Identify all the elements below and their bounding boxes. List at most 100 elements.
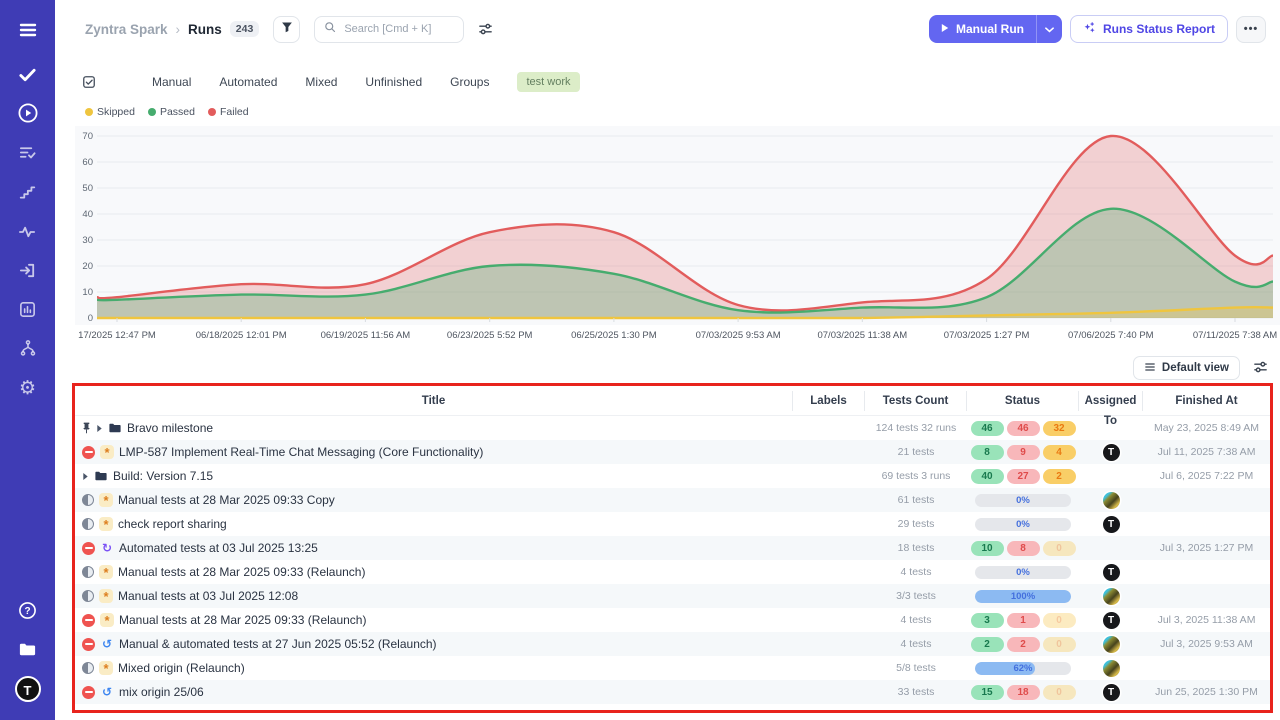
legend-passed[interactable]: Passed (148, 106, 195, 118)
expander-icon[interactable] (82, 472, 89, 481)
column-header-finished-at[interactable]: Finished At (1143, 391, 1270, 411)
table-row[interactable]: *LMP-587 Implement Real-Time Chat Messag… (75, 440, 1270, 464)
assignee-avatar[interactable] (1103, 588, 1120, 605)
adjustments-icon[interactable] (478, 22, 493, 37)
sidebar-item-sign-in[interactable] (0, 258, 55, 282)
manual-run-dropdown[interactable] (1036, 15, 1062, 43)
table-row[interactable]: ↺mix origin 25/0633 tests15180TJun 25, 2… (75, 680, 1270, 704)
column-header-tests-count[interactable]: Tests Count (865, 391, 967, 411)
page-title: Runs (188, 22, 222, 37)
sidebar-item-pulse[interactable] (0, 219, 55, 243)
table-row[interactable]: ↻Automated tests at 03 Jul 2025 13:2518 … (75, 536, 1270, 560)
sidebar-item-branch[interactable] (0, 336, 55, 360)
runs-count-badge: 243 (230, 21, 260, 37)
tab-automated[interactable]: Automated (219, 75, 277, 89)
table-body: Bravo milestone124 tests 32 runs464632Ma… (75, 416, 1270, 704)
runs-table: TitleLabelsTests CountStatusAssigned ToF… (72, 383, 1273, 713)
tests-count: 29 tests (865, 512, 967, 536)
pin-icon[interactable] (82, 422, 91, 434)
legend-failed[interactable]: Failed (208, 106, 249, 118)
assignee-cell (1079, 464, 1143, 488)
sidebar-item-steps[interactable] (0, 180, 55, 204)
check-icon (18, 65, 37, 84)
tests-count: 61 tests (865, 488, 967, 512)
runs-status-report-button[interactable]: Runs Status Report (1070, 15, 1228, 43)
table-row[interactable]: *Manual tests at 28 Mar 2025 09:33 (Rela… (75, 560, 1270, 584)
select-check-icon[interactable] (82, 75, 96, 89)
report-label: Runs Status Report (1103, 22, 1215, 36)
sidebar-item-help[interactable]: ? (0, 598, 55, 622)
status-cell: 310 (967, 608, 1079, 632)
run-title[interactable]: Manual & automated tests at 27 Jun 2025 … (119, 637, 437, 651)
search-input[interactable] (342, 22, 452, 36)
assignee-avatar[interactable]: T (1103, 684, 1120, 701)
run-title[interactable]: Automated tests at 03 Jul 2025 13:25 (119, 541, 318, 555)
breadcrumb-project[interactable]: Zyntra Spark (85, 22, 168, 37)
tab-unfinished[interactable]: Unfinished (365, 75, 422, 89)
table-settings-icon[interactable] (1253, 360, 1268, 380)
sidebar-item-analytics[interactable] (0, 297, 55, 321)
sidebar-item-menu[interactable] (0, 18, 55, 42)
run-title[interactable]: mix origin 25/06 (119, 685, 204, 699)
search-box[interactable] (314, 16, 464, 43)
table-row[interactable]: *Manual tests at 03 Jul 2025 12:083/3 te… (75, 584, 1270, 608)
y-tick-label: 30 (82, 235, 93, 246)
assignee-avatar[interactable]: T (1103, 564, 1120, 581)
table-row[interactable]: Build: Version 7.1569 tests 3 runs40272J… (75, 464, 1270, 488)
status-in-progress-icon (82, 566, 94, 578)
table-row[interactable]: *check report sharing29 tests0%T (75, 512, 1270, 536)
tab-mixed[interactable]: Mixed (305, 75, 337, 89)
labels-cell (793, 584, 865, 608)
more-actions-button[interactable]: ••• (1236, 16, 1266, 43)
finished-at (1143, 584, 1270, 608)
tag-test-work[interactable]: test work (517, 72, 579, 92)
run-title[interactable]: Build: Version 7.15 (113, 469, 213, 483)
breadcrumb-separator: › (176, 22, 181, 37)
column-header-status[interactable]: Status (967, 391, 1079, 411)
run-title[interactable]: check report sharing (118, 517, 227, 531)
table-row[interactable]: Bravo milestone124 tests 32 runs464632Ma… (75, 416, 1270, 440)
run-title[interactable]: Bravo milestone (127, 421, 213, 435)
table-row[interactable]: *Manual tests at 28 Mar 2025 09:33 Copy6… (75, 488, 1270, 512)
run-title[interactable]: Manual tests at 28 Mar 2025 09:33 Copy (118, 493, 335, 507)
table-row[interactable]: ↺Manual & automated tests at 27 Jun 2025… (75, 632, 1270, 656)
assignee-avatar[interactable] (1103, 660, 1120, 677)
table-row[interactable]: *Manual tests at 28 Mar 2025 09:33 (Rela… (75, 608, 1270, 632)
tab-manual[interactable]: Manual (152, 75, 191, 89)
default-view-button[interactable]: Default view (1133, 356, 1240, 380)
manual-run-button[interactable]: Manual Run (929, 15, 1062, 43)
gear-icon: ⚙ (19, 379, 36, 398)
column-header-title[interactable]: Title (75, 391, 793, 411)
assignee-avatar[interactable]: T (1103, 444, 1120, 461)
filter-button[interactable] (273, 16, 300, 43)
table-row[interactable]: *Mixed origin (Relaunch)5/8 tests62% (75, 656, 1270, 680)
sidebar-item-folder[interactable] (0, 637, 55, 661)
run-title[interactable]: Manual tests at 03 Jul 2025 12:08 (118, 589, 298, 603)
column-header-labels[interactable]: Labels (793, 391, 865, 411)
sidebar-item-play-circle[interactable] (0, 101, 55, 125)
progress-bar: 100% (975, 590, 1071, 603)
run-title-cell: *Manual tests at 03 Jul 2025 12:08 (75, 584, 793, 608)
sidebar-item-list-check[interactable] (0, 140, 55, 164)
run-title[interactable]: Manual tests at 28 Mar 2025 09:33 (Relau… (119, 613, 366, 627)
column-header-assigned-to[interactable]: Assigned To (1079, 391, 1143, 411)
finished-at (1143, 560, 1270, 584)
run-title[interactable]: Manual tests at 28 Mar 2025 09:33 (Relau… (118, 565, 365, 579)
sidebar-item-gear[interactable]: ⚙ (0, 376, 55, 400)
assignee-avatar[interactable] (1103, 636, 1120, 653)
status-cell: 220 (967, 632, 1079, 656)
user-avatar[interactable]: T (15, 676, 41, 702)
run-title[interactable]: Mixed origin (Relaunch) (118, 661, 245, 675)
x-tick-label: 07/11/2025 7:38 AM (1193, 330, 1277, 341)
assignee-avatar[interactable]: T (1103, 516, 1120, 533)
run-title[interactable]: LMP-587 Implement Real-Time Chat Messagi… (119, 445, 483, 459)
assignee-avatar[interactable]: T (1103, 612, 1120, 629)
x-tick-label: 17/2025 12:47 PM (78, 330, 156, 341)
expander-icon[interactable] (96, 424, 103, 433)
sidebar-item-check[interactable] (0, 62, 55, 86)
legend-label: Skipped (97, 106, 135, 118)
legend-skipped[interactable]: Skipped (85, 106, 135, 118)
assignee-avatar[interactable] (1103, 492, 1120, 509)
tab-groups[interactable]: Groups (450, 75, 489, 89)
legend-label: Failed (220, 106, 249, 118)
